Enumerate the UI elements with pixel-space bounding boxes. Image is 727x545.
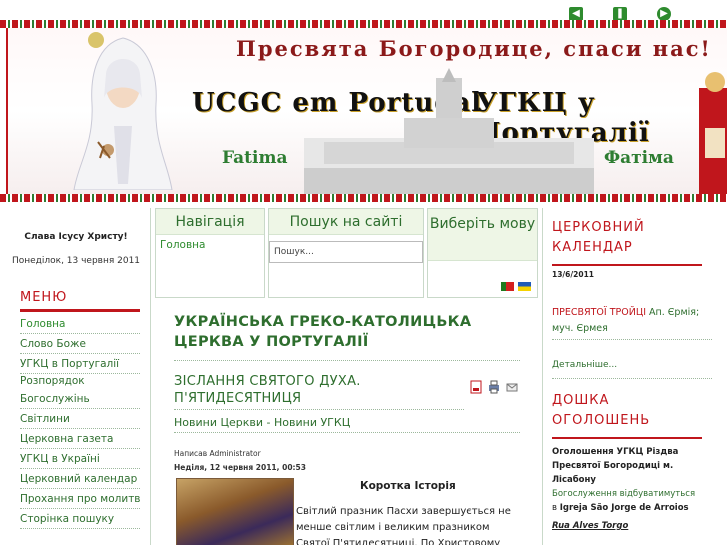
board-announcement: Оголошення УГКЦ Різдва Пресвятої Богород… [552,445,712,515]
ornament-band [0,194,727,202]
column-divider [542,208,543,545]
article-title[interactable]: ЗІСЛАННЯ СВЯТОГО ДУХА. П'ЯТИДЕСЯТНИЦЯ [174,373,464,410]
banner-prayer: Пресвята Богородице, спаси нас! [236,36,712,61]
announcement-location: в Igreja São Jorge de Arroios [552,501,712,515]
ukraine-flag-icon[interactable] [518,282,531,291]
greeting-text: Слава Ісусу Христу! [24,232,128,242]
article-author: Написав Administrator [174,449,261,458]
location-church: Igreja São Jorge de Arroios [559,503,689,513]
portugal-flag-icon[interactable] [501,282,514,291]
calendar-title: ЦЕРКОВНИЙ КАЛЕНДАР [552,220,645,255]
pentecost-icon-image [176,478,294,545]
current-date: Понеділок, 13 червня 2011 [11,256,141,266]
banner-fatima-ua: Фатіма [604,148,674,168]
menu-item-services-label: Богослужінь [20,393,90,405]
menu-item-calendar[interactable]: Церковний календар [20,469,140,489]
banner-fatima-pt: Fatima [222,148,288,168]
saint-image [699,72,727,194]
menu-item-ugcc-portugal[interactable]: УГКЦ в Португалії [20,354,140,374]
announcement-street: Rua Alves Torgo [552,521,629,531]
site-heading: УКРАЇНСЬКА ГРЕКО-КАТОЛИЦЬКА ЦЕРКВА У ПОР… [174,312,520,361]
right-sidebar: ЦЕРКОВНИЙ КАЛЕНДАР 13/6/2011 ПРЕСВЯТОЇ Т… [552,218,712,531]
sanctuary-image [304,68,594,194]
calendar-feast: ПРЕСВЯТОЇ ТРОЙЦІ Ап. Єрмія; муч. Єрмея [552,305,712,340]
left-sidebar: Слава Ісусу Христу! Понеділок, 13 червня… [6,210,146,529]
article-date: Неділя, 12 червня 2011, 00:53 [174,463,306,472]
article-category[interactable]: Новини Церкви - Новини УГКЦ [174,416,520,433]
search-module: Пошук на сайті Пошук... [268,208,424,298]
breadcrumb-home[interactable]: Головна [160,239,264,251]
header-banner: Пресвята Богородице, спаси нас! UCGC em … [6,28,727,194]
menu-item-photos[interactable]: Світлини [20,409,140,429]
pdf-icon[interactable] [470,380,482,394]
ornament-band-top [0,20,727,28]
top-modules: Навігація Головна Пошук на сайті Пошук..… [155,208,538,298]
menu-item-word[interactable]: Слово Боже [20,334,140,354]
main-article: УКРАЇНСЬКА ГРЕКО-КАТОЛИЦЬКА ЦЕРКВА У ПОР… [174,312,520,545]
menu-item-prayer-request[interactable]: Прохання про молитву [20,489,140,509]
slideshow-controls: ◀ ❚ ▶ [569,7,671,21]
location-prefix: в [552,503,560,513]
menu-title: МЕНЮ [20,290,68,305]
article-body: Світлий празник Пасхи завершується не ме… [296,506,511,545]
calendar-date: 13/6/2011 [552,270,595,279]
announcement-heading: Оголошення УГКЦ Різдва Пресвятої Богород… [552,447,679,485]
menu-item-services[interactable]: Богослужінь [20,389,140,409]
language-module: Виберіть мову [427,208,538,298]
menu-item-home[interactable]: Головна [20,314,140,334]
calendar-divider [552,264,702,266]
navigation-module: Навігація Головна [155,208,265,298]
board-title: ДОШКА ОГОЛОШЕНЬ [552,393,651,428]
email-icon[interactable] [506,380,518,394]
announcement-text: Богослуження відбуватимуться [552,489,696,499]
menu-item-search-page[interactable]: Сторінка пошуку [20,509,140,529]
search-title: Пошук на сайті [269,209,423,235]
navigation-title: Навігація [156,209,264,235]
madonna-image [73,37,173,190]
calendar-more-link[interactable]: Детальніше... [552,360,712,379]
top-strip: ◀ ❚ ▶ [0,0,727,28]
menu-item-ugcc-ukraine[interactable]: УГКЦ в Україні [20,449,140,469]
board-divider [552,437,702,439]
language-flags [501,282,531,291]
halo-icon [88,32,104,48]
menu-item-schedule[interactable]: Розпорядок [20,374,140,389]
search-input[interactable]: Пошук... [269,241,423,263]
print-icon[interactable] [488,380,500,394]
pause-icon[interactable]: ❚ [613,7,627,21]
article-subheading: Коротка Історія [360,480,456,492]
forward-icon[interactable]: ▶ [657,7,671,21]
column-divider [150,208,151,545]
feast-highlight[interactable]: ПРЕСВЯТОЇ ТРОЙЦІ [552,307,646,318]
rewind-icon[interactable]: ◀ [569,7,583,21]
menu-item-newspaper[interactable]: Церковна газета [20,429,140,449]
article-tools [470,380,518,394]
language-title: Виберіть мову [428,209,537,261]
main-menu: Головна Слово Боже УГКЦ в Португалії Роз… [20,314,140,529]
menu-divider [20,309,140,312]
